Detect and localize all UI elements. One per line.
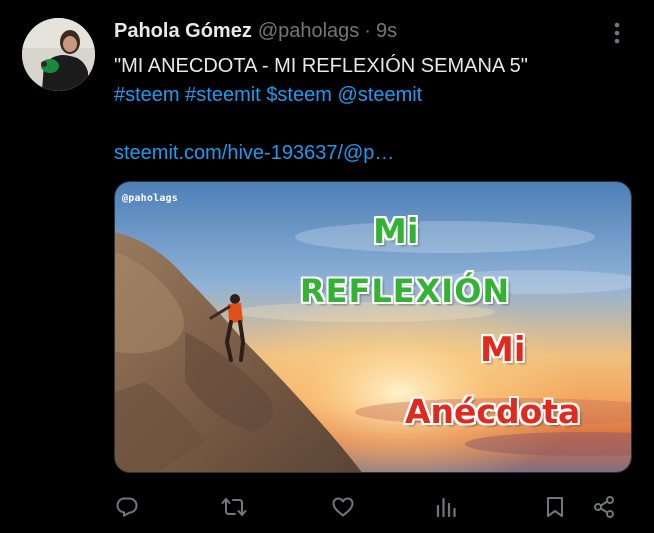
more-options-button[interactable] <box>604 20 630 46</box>
reply-icon <box>116 497 138 517</box>
share-icon <box>594 496 614 518</box>
hashtag-steemit[interactable]: #steemit <box>185 84 261 106</box>
tweet-media-image[interactable]: @paholags Mi REFLEXIÓN Mi Anécdota <box>114 181 632 473</box>
user-handle[interactable]: @paholags <box>258 20 359 43</box>
image-title-word-reflexion: REFLEXIÓN <box>300 272 511 310</box>
views-icon <box>436 497 456 518</box>
mention-steemit[interactable]: @steemit <box>337 84 422 106</box>
tweet-header: Pahola Gómez @paholags · 9s <box>114 17 397 45</box>
views-button[interactable] <box>429 490 463 524</box>
image-title-word-mi-2: Mi <box>480 330 526 370</box>
tweet-link-line: steemit.com/hive-193637/@p… <box>114 139 634 168</box>
bookmark-button[interactable] <box>538 490 572 524</box>
tweet-title-line: "MI ANECDOTA - MI REFLEXIÓN SEMANA 5" <box>114 55 528 77</box>
image-watermark: @paholags <box>122 193 178 204</box>
bookmark-icon <box>547 497 563 517</box>
retweet-icon <box>221 498 247 516</box>
cashtag-steem[interactable]: $steem <box>266 84 332 106</box>
avatar[interactable] <box>22 18 95 91</box>
share-button[interactable] <box>587 490 621 524</box>
retweet-button[interactable] <box>217 490 251 524</box>
tweet-link[interactable]: steemit.com/hive-193637/@p… <box>114 142 394 164</box>
tweet-tags-line: #steem #steemit $steem @steemit <box>114 81 634 110</box>
display-name[interactable]: Pahola Gómez <box>114 20 252 43</box>
image-title-word-mi-1: Mi <box>373 212 419 252</box>
like-button[interactable] <box>326 490 360 524</box>
tweet-text: "MI ANECDOTA - MI REFLEXIÓN SEMANA 5" #s… <box>114 52 634 168</box>
tweet-action-bar <box>0 490 654 526</box>
tweet[interactable]: Pahola Gómez @paholags · 9s "MI ANECDOTA… <box>0 0 654 533</box>
hashtag-steem[interactable]: #steem <box>114 84 180 106</box>
reply-button[interactable] <box>110 490 144 524</box>
image-title-word-anecdota: Anécdota <box>405 392 581 431</box>
like-icon <box>332 497 354 517</box>
timestamp[interactable]: 9s <box>376 20 397 43</box>
more-icon <box>614 22 620 44</box>
separator-dot: · <box>364 19 371 42</box>
